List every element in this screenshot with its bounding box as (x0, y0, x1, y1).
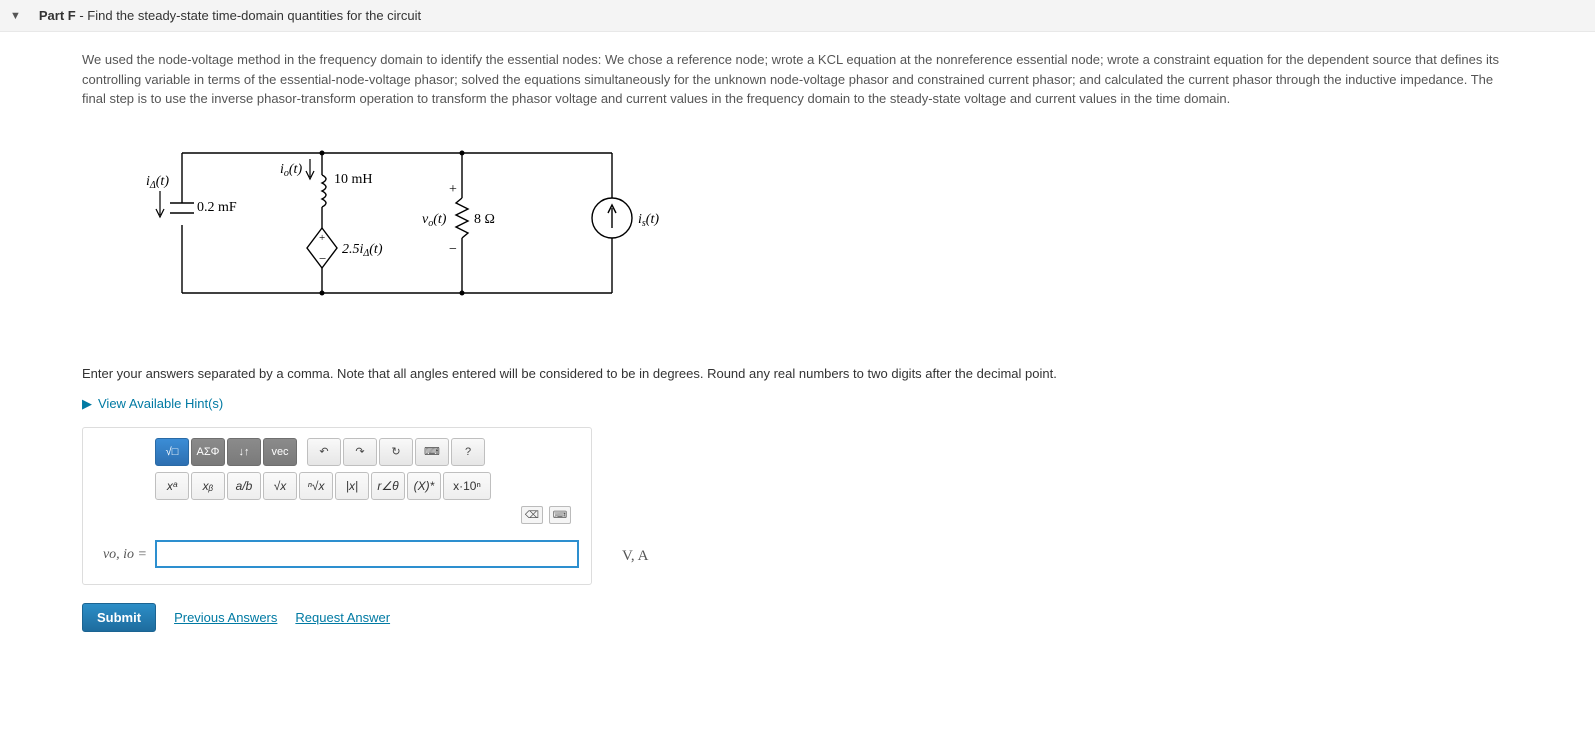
action-row: Submit Previous Answers Request Answer (82, 603, 1513, 632)
instruction-text: Enter your answers separated by a comma.… (82, 364, 1513, 384)
hints-label: View Available Hint(s) (98, 394, 223, 414)
view-hints-link[interactable]: ▶ View Available Hint(s) (82, 394, 223, 414)
keyboard-toggle-button[interactable]: ⌨ (549, 506, 571, 524)
equation-editor: √□ ΑΣΦ ↓↑ vec ↶ ↷ ↻ ⌨ ? xᵃ xᵦ a/b √x ⁿ√x… (82, 427, 592, 585)
part-header[interactable]: ▼ Part F - Find the steady-state time-do… (0, 0, 1595, 32)
request-answer-link[interactable]: Request Answer (295, 608, 390, 628)
fraction-button[interactable]: a/b (227, 472, 261, 500)
redo-button[interactable]: ↷ (343, 438, 377, 466)
part-label: Part F (39, 8, 76, 23)
svg-text:io(t): io(t) (280, 162, 302, 179)
reset-button[interactable]: ↻ (379, 438, 413, 466)
caret-right-icon: ▶ (82, 394, 92, 414)
arrows-button[interactable]: ↓↑ (227, 438, 261, 466)
circuit-res: 8 Ω (474, 212, 495, 227)
svg-text:−: − (319, 251, 326, 266)
svg-text:+: + (319, 232, 325, 244)
answer-units: V, A (622, 545, 648, 568)
nroot-button[interactable]: ⁿ√x (299, 472, 333, 500)
circuit-i-delta: iΔ(t) (146, 174, 169, 191)
content-area: We used the node-voltage method in the f… (0, 32, 1595, 650)
mini-controls: ⌫ ⌨ (95, 506, 571, 524)
superscript-button[interactable]: xᵃ (155, 472, 189, 500)
greek-button[interactable]: ΑΣΦ (191, 438, 225, 466)
answer-label: vo, io = (95, 544, 147, 565)
description-text: We used the node-voltage method in the f… (82, 50, 1513, 109)
vec-button[interactable]: vec (263, 438, 297, 466)
submit-button[interactable]: Submit (82, 603, 156, 632)
part-title: - Find the steady-state time-domain quan… (76, 8, 421, 23)
circuit-dep-src: 2.5iΔ(t) (342, 242, 383, 259)
backspace-button[interactable]: ⌫ (521, 506, 543, 524)
circuit-ind: 10 mH (334, 172, 373, 187)
previous-answers-link[interactable]: Previous Answers (174, 608, 277, 628)
answer-area: √□ ΑΣΦ ↓↑ vec ↶ ↷ ↻ ⌨ ? xᵃ xᵦ a/b √x ⁿ√x… (82, 427, 1513, 585)
undo-button[interactable]: ↶ (307, 438, 341, 466)
part-title-container: Part F - Find the steady-state time-doma… (39, 8, 421, 23)
circuit-figure: iΔ(t) 0.2 mF io(t) 10 mH + − 2.5iΔ(t) + … (142, 133, 1513, 329)
answer-input[interactable] (155, 540, 579, 568)
main-toolbar: √□ ΑΣΦ ↓↑ vec ↶ ↷ ↻ ⌨ ? (155, 438, 579, 466)
circuit-cap: 0.2 mF (197, 200, 237, 215)
phasor-button[interactable]: r∠θ (371, 472, 405, 500)
scientific-button[interactable]: x·10ⁿ (443, 472, 491, 500)
svg-text:is(t): is(t) (638, 212, 659, 229)
template-toolbar: xᵃ xᵦ a/b √x ⁿ√x |x| r∠θ (X)* x·10ⁿ (155, 472, 579, 500)
svg-text:−: − (449, 242, 457, 257)
svg-text:+: + (449, 182, 457, 197)
sqrt-button[interactable]: √x (263, 472, 297, 500)
keyboard-button[interactable]: ⌨ (415, 438, 449, 466)
templates-button[interactable]: √□ (155, 438, 189, 466)
subscript-button[interactable]: xᵦ (191, 472, 225, 500)
help-button[interactable]: ? (451, 438, 485, 466)
conjugate-button[interactable]: (X)* (407, 472, 441, 500)
abs-button[interactable]: |x| (335, 472, 369, 500)
answer-row: vo, io = (95, 540, 579, 568)
collapse-caret-icon[interactable]: ▼ (10, 10, 21, 22)
svg-text:vo(t): vo(t) (422, 212, 447, 229)
